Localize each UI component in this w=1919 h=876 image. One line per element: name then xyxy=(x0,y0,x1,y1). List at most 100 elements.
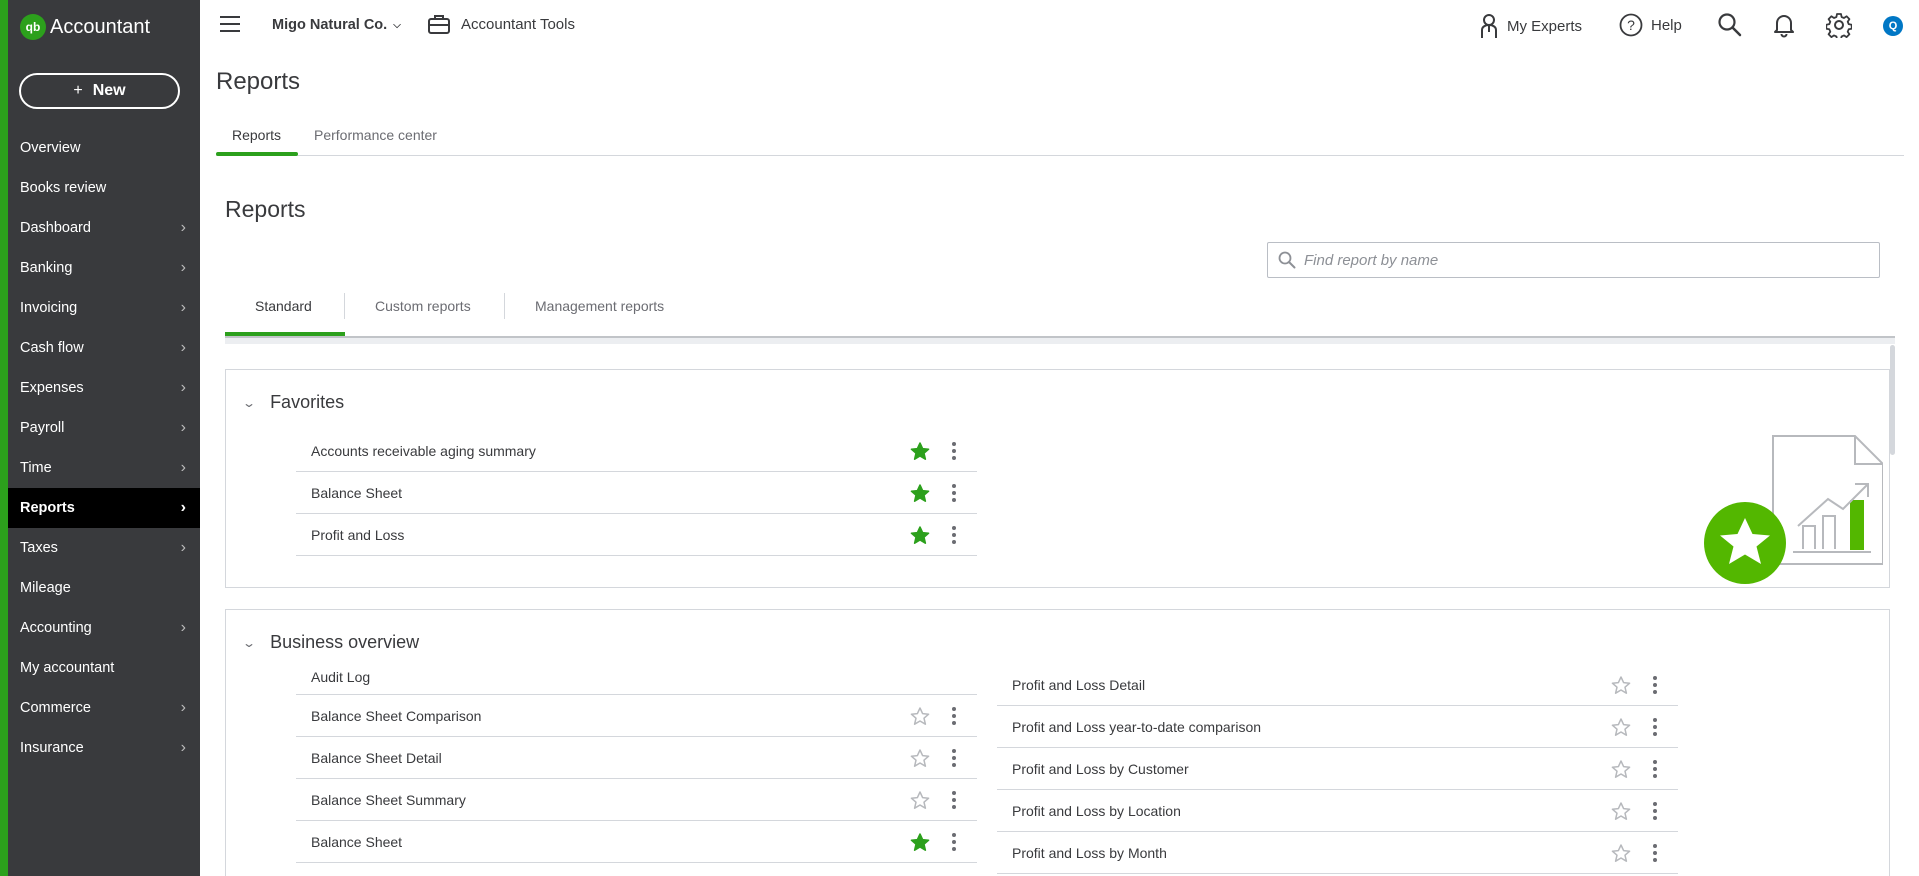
report-link[interactable]: Profit and Loss by Month xyxy=(1012,845,1678,861)
star-outline-icon[interactable] xyxy=(1611,844,1631,866)
search-icon[interactable] xyxy=(1717,12,1743,43)
new-button-label: New xyxy=(92,82,126,99)
sidebar-item-label: Taxes xyxy=(20,540,58,556)
chevron-right-icon: › xyxy=(180,259,186,276)
my-experts-button[interactable]: My Experts xyxy=(1479,13,1582,39)
business-overview-header[interactable]: ⌄ Business overview xyxy=(242,632,420,653)
hamburger-menu-icon[interactable] xyxy=(220,16,240,32)
bell-icon[interactable] xyxy=(1772,12,1796,43)
sidebar-nav: Overview Books review Dashboard › Banking › In… xyxy=(8,128,200,768)
report-link[interactable]: Balance Sheet xyxy=(311,485,977,501)
star-filled-icon[interactable] xyxy=(910,833,930,855)
favorites-header[interactable]: ⌄ Favorites xyxy=(242,392,345,413)
sidebar-item-invoicing[interactable]: Invoicing › xyxy=(8,288,200,328)
more-options-icon[interactable] xyxy=(1652,844,1658,862)
avatar[interactable]: Q xyxy=(1883,16,1903,36)
favorites-title: Favorites xyxy=(270,392,345,412)
sidebar-item-overview[interactable]: Overview xyxy=(8,128,200,168)
report-link[interactable]: Profit and Loss by Customer xyxy=(1012,761,1678,777)
more-options-icon[interactable] xyxy=(1652,676,1658,694)
sidebar-item-label: Insurance xyxy=(20,740,84,756)
help-button[interactable]: ? Help xyxy=(1619,13,1682,37)
svg-text:?: ? xyxy=(1627,17,1635,33)
star-filled-icon[interactable] xyxy=(910,442,930,464)
star-outline-icon[interactable] xyxy=(910,749,930,771)
more-options-icon[interactable] xyxy=(951,833,957,851)
star-filled-icon[interactable] xyxy=(910,526,930,548)
more-options-icon[interactable] xyxy=(951,791,957,809)
report-link[interactable]: Profit and Loss Detail xyxy=(1012,677,1678,693)
sidebar-item-time[interactable]: Time › xyxy=(8,448,200,488)
business-overview-title: Business overview xyxy=(270,632,420,652)
favorites-panel: ⌄ Favorites Accounts receivable aging su… xyxy=(225,369,1890,588)
chevron-down-icon: ⌵ xyxy=(393,19,401,31)
tab-reports[interactable]: Reports xyxy=(232,127,281,143)
accountant-tools-button[interactable]: Accountant Tools xyxy=(427,13,575,35)
tab-standard[interactable]: Standard xyxy=(255,298,312,314)
report-link[interactable]: Profit and Loss by Location xyxy=(1012,803,1678,819)
sidebar-item-accounting[interactable]: Accounting › xyxy=(8,608,200,648)
list-item: Balance Sheet xyxy=(296,821,977,863)
report-link[interactable]: Audit Log xyxy=(311,669,977,685)
sidebar-item-insurance[interactable]: Insurance › xyxy=(8,728,200,768)
sidebar-item-reports[interactable]: Reports › xyxy=(8,488,200,528)
more-options-icon[interactable] xyxy=(1652,760,1658,778)
sidebar-item-taxes[interactable]: Taxes › xyxy=(8,528,200,568)
gear-icon[interactable] xyxy=(1825,12,1853,43)
sidebar-item-books-review[interactable]: Books review xyxy=(8,168,200,208)
chevron-right-icon: › xyxy=(180,499,186,516)
sidebar-item-cash-flow[interactable]: Cash flow › xyxy=(8,328,200,368)
sidebar-item-label: Payroll xyxy=(20,420,65,436)
sidebar-item-mileage[interactable]: Mileage xyxy=(8,568,200,608)
star-outline-icon[interactable] xyxy=(1611,802,1631,824)
more-options-icon[interactable] xyxy=(951,749,957,767)
more-options-icon[interactable] xyxy=(951,442,957,460)
quickbooks-logo-icon: qb xyxy=(20,14,46,40)
sidebar-item-label: Banking xyxy=(20,260,73,276)
scrollbar[interactable] xyxy=(1890,345,1895,455)
more-options-icon[interactable] xyxy=(1652,802,1658,820)
more-options-icon[interactable] xyxy=(951,484,957,502)
sidebar-item-dashboard[interactable]: Dashboard › xyxy=(8,208,200,248)
sidebar-item-expenses[interactable]: Expenses › xyxy=(8,368,200,408)
sidebar-item-label: Reports xyxy=(20,500,75,516)
search-icon xyxy=(1278,251,1296,269)
chevron-right-icon: › xyxy=(180,379,186,396)
sidebar-item-payroll[interactable]: Payroll › xyxy=(8,408,200,448)
star-outline-icon[interactable] xyxy=(1611,676,1631,698)
more-options-icon[interactable] xyxy=(951,526,957,544)
brand[interactable]: qb Accountant xyxy=(20,14,150,40)
sidebar-item-my-accountant[interactable]: My accountant xyxy=(8,648,200,688)
company-switcher[interactable]: Migo Natural Co. ⌵ xyxy=(272,17,401,33)
new-button[interactable]: + New xyxy=(19,73,180,109)
my-experts-label: My Experts xyxy=(1507,17,1583,35)
list-item: Profit and Loss xyxy=(296,514,977,556)
more-options-icon[interactable] xyxy=(951,707,957,725)
sidebar-accent-bar xyxy=(0,0,8,876)
tab-performance-center[interactable]: Performance center xyxy=(314,127,437,143)
report-link[interactable]: Profit and Loss xyxy=(311,527,977,543)
sidebar-item-banking[interactable]: Banking › xyxy=(8,248,200,288)
accountant-tools-label: Accountant Tools xyxy=(461,15,575,33)
sidebar-item-commerce[interactable]: Commerce › xyxy=(8,688,200,728)
report-link[interactable]: Profit and Loss year-to-date comparison xyxy=(1012,719,1678,735)
star-outline-icon[interactable] xyxy=(1611,760,1631,782)
sidebar-item-label: Invoicing xyxy=(20,300,78,316)
star-filled-icon[interactable] xyxy=(910,484,930,506)
star-outline-icon[interactable] xyxy=(910,791,930,813)
report-link[interactable]: Accounts receivable aging summary xyxy=(311,443,977,459)
report-link[interactable]: Balance Sheet Comparison xyxy=(311,708,977,724)
sidebar-item-label: Accounting xyxy=(20,620,92,636)
tabs-shadow xyxy=(225,338,1895,344)
report-link[interactable]: Balance Sheet Summary xyxy=(311,792,977,808)
report-link[interactable]: Balance Sheet Detail xyxy=(311,750,977,766)
star-outline-icon[interactable] xyxy=(910,707,930,729)
sidebar-item-label: Dashboard xyxy=(20,220,91,236)
search-input[interactable] xyxy=(1304,251,1864,269)
report-link[interactable]: Balance Sheet xyxy=(311,834,977,850)
star-outline-icon[interactable] xyxy=(1611,718,1631,740)
list-item: Accounts receivable aging summary xyxy=(296,430,977,472)
tab-custom-reports[interactable]: Custom reports xyxy=(375,298,471,314)
more-options-icon[interactable] xyxy=(1652,718,1658,736)
tab-management-reports[interactable]: Management reports xyxy=(535,298,664,314)
